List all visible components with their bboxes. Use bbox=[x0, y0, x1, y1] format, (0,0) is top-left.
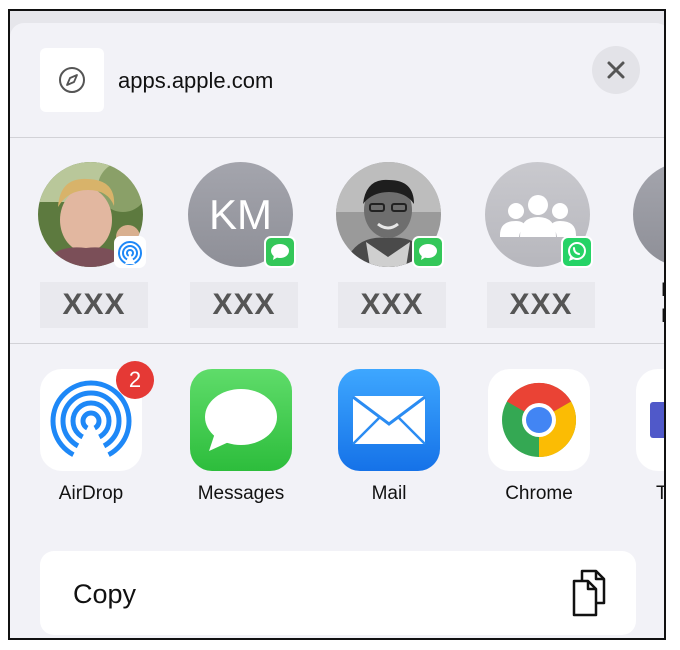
copy-label: Copy bbox=[73, 579, 137, 609]
chrome-app-icon bbox=[488, 369, 590, 471]
contact-name: XXX bbox=[338, 282, 446, 328]
page-url: apps.apple.com bbox=[118, 68, 274, 93]
whatsapp-badge bbox=[561, 236, 593, 268]
contact-name: XXX bbox=[487, 282, 595, 328]
partial-app-icon bbox=[636, 369, 664, 471]
close-icon bbox=[607, 61, 625, 79]
airdrop-badge bbox=[114, 236, 146, 268]
messages-badge bbox=[412, 236, 444, 268]
share-sheet: apps.apple.com XXX KM XXX XXX XXX 2 AirD… bbox=[10, 23, 664, 638]
copy-icon bbox=[572, 569, 606, 617]
messages-icon bbox=[419, 244, 437, 260]
contact-name-partial: K R bbox=[661, 278, 664, 330]
divider bbox=[10, 137, 664, 138]
app-label: Mail bbox=[371, 483, 407, 504]
avatar-initials: K bbox=[633, 162, 664, 267]
messages-icon bbox=[205, 389, 277, 451]
contact-name-line: K bbox=[661, 278, 664, 304]
messages-app-icon bbox=[190, 369, 292, 471]
contact-name: XXX bbox=[40, 282, 148, 328]
avatar-initial: K bbox=[663, 191, 664, 239]
copy-action[interactable]: Copy bbox=[40, 551, 636, 635]
notification-badge: 2 bbox=[116, 361, 154, 399]
whatsapp-icon bbox=[568, 242, 586, 261]
mail-app-icon bbox=[338, 369, 440, 471]
messages-icon bbox=[271, 244, 289, 260]
app-label: Chrome bbox=[505, 483, 573, 504]
app-label: AirDrop bbox=[58, 483, 124, 504]
site-favicon bbox=[40, 48, 104, 112]
messages-badge bbox=[264, 236, 296, 268]
close-button[interactable] bbox=[592, 46, 640, 94]
chrome-icon bbox=[502, 382, 577, 458]
compass-icon bbox=[59, 67, 85, 93]
divider bbox=[10, 343, 664, 344]
app-label: T bbox=[656, 483, 664, 505]
group-icon bbox=[499, 194, 576, 237]
contact-name-line: R bbox=[661, 304, 664, 330]
mail-icon bbox=[352, 395, 426, 445]
airdrop-icon bbox=[118, 241, 142, 265]
share-sheet-frame: apps.apple.com XXX KM XXX XXX XXX 2 AirD… bbox=[8, 9, 666, 640]
app-label: Messages bbox=[197, 483, 285, 504]
contact-name: XXX bbox=[190, 282, 298, 328]
teams-icon bbox=[650, 402, 664, 438]
